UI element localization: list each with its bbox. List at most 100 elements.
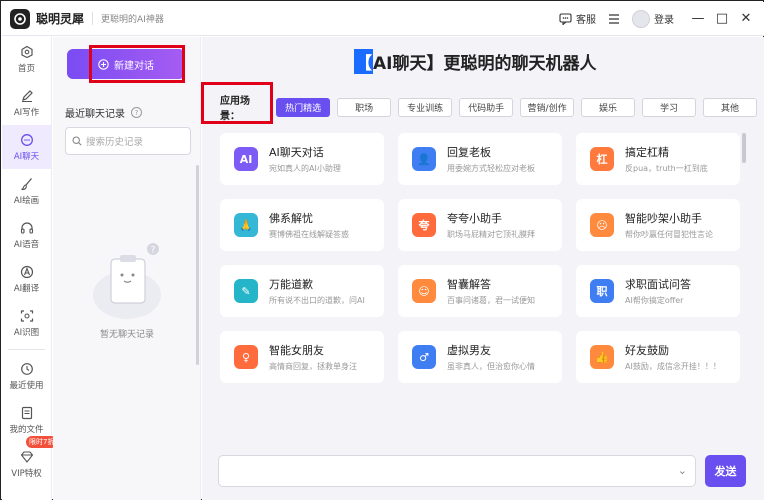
scenario-text: 佛系解忧 赛博佛祖在线解疑答惑: [269, 210, 349, 240]
svg-text:?: ?: [151, 246, 156, 256]
history-icon: [20, 362, 33, 375]
nav-item-home[interactable]: 首页: [2, 37, 51, 81]
scenario-card[interactable]: AI AI聊天对话宛如真人的AI小助理: [220, 133, 384, 185]
nav-item-chat[interactable]: AI聊天: [2, 125, 51, 169]
scenario-title: 虚拟男友: [447, 344, 491, 357]
scene-chip-fun[interactable]: 娱乐: [581, 97, 636, 117]
scene-chip-study[interactable]: 学习: [642, 97, 697, 117]
main-scrollbar[interactable]: [742, 133, 746, 163]
nav-item-writing[interactable]: AI写作: [2, 81, 51, 125]
scenario-text: AI聊天对话宛如真人的AI小助理: [269, 144, 341, 174]
nav-item-recent[interactable]: 最近使用: [2, 354, 51, 398]
nav-divider: [8, 349, 45, 350]
nav-label: VIP特权: [11, 468, 42, 479]
send-button[interactable]: 发送: [705, 455, 746, 487]
file-icon: [21, 406, 32, 419]
scenario-description: 用委婉方式轻松应对老板: [447, 164, 535, 173]
scene-label: 应用场景：: [220, 96, 250, 122]
translate-icon: [20, 265, 33, 278]
scenario-card[interactable]: 夸夸夸小助手 职场马屁精对它顶礼膜拜: [398, 199, 562, 251]
title-bar: 聪明灵犀 更聪明的AI神器 客服 登录 — □ ✕: [2, 2, 764, 36]
scenario-title: AI聊天对话: [269, 146, 324, 159]
scene-chip-code[interactable]: 代码助手: [459, 97, 514, 117]
scenario-text: 万能道歉 所有说不出口的道歉，问AI: [269, 276, 365, 306]
scenario-text: 求职面试问答 AI帮你搞定offer: [625, 276, 691, 306]
scene-chip-work[interactable]: 职场: [337, 97, 392, 117]
customer-service-button[interactable]: 客服: [559, 11, 596, 26]
scenario-description: 宛如真人的AI小助理: [269, 164, 341, 173]
scene-chip-training[interactable]: 专业训练: [398, 97, 453, 117]
scenario-description: AI鼓励，成信念开挂！！！: [625, 362, 721, 371]
scenario-card[interactable]: 👤 回复老板 用委婉方式轻松应对老板: [398, 133, 562, 185]
title-tag: AI聊天】: [373, 54, 444, 74]
scene-chip-marketing[interactable]: 营销/创作: [520, 97, 575, 117]
scenario-description: 百事问诸葛，君一试便知: [447, 296, 535, 305]
history-heading: 最近聊天记录 ?: [65, 105, 142, 120]
scenario-card[interactable]: ☹ 智能吵架小助手 帮你吵赢任何冒犯性言论: [576, 199, 740, 251]
home-icon: [20, 45, 33, 58]
search-icon: [72, 136, 82, 146]
nav-item-drawing[interactable]: AI绘画: [2, 169, 51, 213]
scenario-title: 好友鼓励: [625, 344, 669, 357]
brush-icon: [20, 177, 32, 190]
scenario-card[interactable]: 杠搞定杠精 反pua，truth一杠到底: [576, 133, 740, 185]
minimize-button[interactable]: —: [686, 11, 710, 26]
close-button[interactable]: ✕: [734, 11, 758, 26]
chat-icon: [20, 133, 33, 146]
login-button[interactable]: 登录: [632, 9, 674, 28]
scenario-card[interactable]: ♀ 智能女朋友 高情商回复，拯救单身汪: [220, 331, 384, 383]
empty-history-text: 暂无聊天记录: [99, 330, 154, 340]
chat-input[interactable]: ⌄: [218, 455, 696, 487]
scenario-card[interactable]: ✎ 万能道歉 所有说不出口的道歉，问AI: [220, 265, 384, 317]
headset-icon: [20, 221, 33, 234]
nav-label: AI识图: [13, 327, 40, 338]
scan-icon: [20, 309, 33, 322]
menu-button[interactable]: [608, 13, 620, 24]
nav-label: 最近使用: [9, 380, 44, 391]
nav-item-vip[interactable]: 限时7折 VIP特权: [2, 436, 58, 486]
scenario-title: 搞定杠精: [625, 146, 669, 159]
scenario-card[interactable]: ♂ 虚拟男友 虽非真人，但治愈你心情: [398, 331, 562, 383]
scenario-icon: 夸: [412, 213, 436, 237]
scene-chip-hot[interactable]: 热门精选: [276, 97, 331, 117]
page-title: 【 AI聊天】 更聪明的聊天机器人: [354, 49, 596, 74]
scenario-description: 所有说不出口的道歉，问AI: [269, 296, 365, 305]
nav-item-voice[interactable]: AI语音: [2, 213, 51, 257]
help-icon[interactable]: ?: [131, 107, 142, 118]
nav-item-image-recognition[interactable]: AI识图: [2, 301, 51, 345]
scenario-icon: 🙏: [234, 213, 258, 237]
scenario-icon: 👍: [590, 345, 614, 369]
customer-service-label: 客服: [576, 15, 596, 26]
pen-icon: [21, 89, 33, 102]
scenario-text: 好友鼓励 AI鼓励，成信念开挂！！！: [625, 342, 721, 372]
chat-history-panel: 新建对话 最近聊天记录 ? 搜索历史记录 ? 暂无聊天记录: [53, 37, 201, 500]
scenario-card[interactable]: 👍 好友鼓励 AI鼓励，成信念开挂！！！: [576, 331, 740, 383]
scenario-text: 夸夸小助手 职场马屁精对它顶礼膜拜: [447, 210, 535, 240]
nav-label: 首页: [17, 63, 35, 74]
scenario-title: 佛系解忧: [269, 212, 313, 225]
scenario-card[interactable]: ☺ 智囊解答 百事问诸葛，君一试便知: [398, 265, 562, 317]
scenario-text: 智能女朋友 高情商回复，拯救单身汪: [269, 342, 357, 372]
scenario-title: 智能女朋友: [269, 344, 324, 357]
nav-label: AI语音: [13, 239, 40, 250]
scenario-description: 帮你吵赢任何冒犯性言论: [625, 230, 713, 239]
login-label: 登录: [654, 15, 674, 26]
scenario-icon: AI: [234, 147, 258, 171]
chevron-down-icon[interactable]: ⌄: [678, 464, 687, 477]
nav-label: AI绘画: [13, 195, 40, 206]
scenario-card[interactable]: 🙏 佛系解忧 赛博佛祖在线解疑答惑: [220, 199, 384, 251]
scene-chip-other[interactable]: 其他: [703, 97, 757, 117]
scenario-title: 回复老板: [447, 146, 491, 159]
history-search-input[interactable]: 搜索历史记录: [65, 127, 191, 155]
scenario-icon: ☺: [412, 279, 436, 303]
hamburger-icon: [609, 13, 619, 24]
scenario-icon: ♀: [234, 345, 258, 369]
scenario-title: 夸夸小助手: [447, 212, 502, 225]
nav-item-translate[interactable]: AI翻译: [2, 257, 51, 301]
new-chat-button[interactable]: 新建对话: [67, 49, 185, 79]
maximize-button[interactable]: □: [710, 11, 734, 26]
history-scrollbar[interactable]: [196, 165, 199, 365]
scenario-description: 虽非真人，但治愈你心情: [447, 362, 535, 371]
scenario-card[interactable]: 职求职面试问答 AI帮你搞定offer: [576, 265, 740, 317]
title-text: 更聪明的聊天机器人: [443, 54, 597, 74]
